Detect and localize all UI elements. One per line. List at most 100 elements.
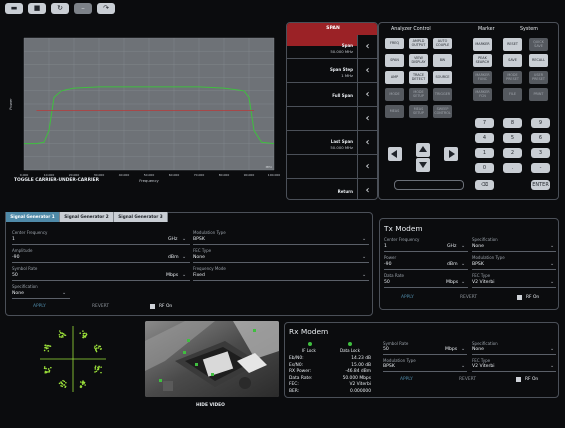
chevron-down-icon[interactable]: ⌄: [182, 236, 186, 242]
chevron-down-icon[interactable]: ⌄: [362, 254, 366, 260]
rx-symbol-rate-unit[interactable]: Mbps: [445, 347, 457, 352]
span-row[interactable]: [287, 107, 357, 131]
tx-modulation-type-label: Modulation Type: [472, 255, 505, 260]
tx-power-unit[interactable]: dBm: [447, 262, 458, 267]
chevron-down-icon[interactable]: ⌄: [362, 272, 366, 278]
rx-specification-value[interactable]: None: [472, 347, 484, 352]
tx-data-rate-unit[interactable]: Mbps: [446, 280, 458, 285]
toggle-carrier-under-carrier[interactable]: TOGGLE CARRIER-UNDER-CARRIER: [14, 178, 99, 183]
span-row[interactable]: Last Span 50.000 MHz: [287, 131, 357, 155]
keypad-key[interactable]: 4: [475, 133, 494, 143]
constellation-point: [100, 366, 102, 368]
chevron-down-icon[interactable]: ⌄: [550, 243, 554, 249]
tx-data-rate-value[interactable]: 50: [384, 280, 390, 285]
chevron-down-icon[interactable]: ⌄: [182, 254, 186, 260]
rx-revert-button[interactable]: REVERT: [459, 377, 476, 382]
chevron-down-icon[interactable]: ⌄: [362, 236, 366, 242]
hide-video-button[interactable]: HIDE VIDEO: [196, 403, 225, 408]
tx-center-frequency-value[interactable]: 1: [384, 244, 387, 249]
center-frequency-unit[interactable]: GHz: [168, 237, 177, 242]
amplitude-unit[interactable]: dBm: [168, 255, 179, 260]
chevron-down-icon[interactable]: ⌄: [62, 290, 66, 296]
constellation-point: [47, 368, 50, 370]
chevron-left-icon[interactable]: ‹: [357, 35, 377, 59]
minus-icon[interactable]: –: [74, 3, 92, 14]
keypad-key[interactable]: -: [531, 163, 550, 173]
amplitude-value[interactable]: -90: [12, 255, 20, 260]
chevron-down-icon[interactable]: ⌄: [461, 346, 465, 352]
tab-signal-generator-3[interactable]: Signal Generator 3: [114, 212, 168, 222]
tab-signal-generator-1[interactable]: Signal Generator 1: [6, 212, 60, 222]
rx-apply-button[interactable]: APPLY: [400, 377, 413, 382]
chevron-down-icon[interactable]: ⌄: [461, 279, 465, 285]
revert-button[interactable]: REVERT: [92, 304, 109, 309]
rx-modulation-type-value[interactable]: BPSK: [383, 364, 395, 369]
chevron-down-icon[interactable]: ⌄: [550, 261, 554, 267]
keypad-key[interactable]: .: [503, 163, 522, 173]
chevron-left-icon[interactable]: ‹: [357, 131, 377, 155]
span-row[interactable]: Return: [287, 179, 357, 199]
modulation-type-label: Modulation Type: [193, 230, 226, 235]
keypad-key[interactable]: 2: [503, 148, 522, 158]
symbol-rate-value[interactable]: 50: [12, 273, 18, 278]
tab-signal-generator-2[interactable]: Signal Generator 2: [60, 212, 114, 222]
span-row[interactable]: Span Step 1 MHz: [287, 59, 357, 83]
constellation-point: [62, 336, 64, 338]
keypad-key[interactable]: 6: [531, 133, 550, 143]
specification-value[interactable]: None: [12, 291, 24, 296]
constellation-point: [43, 367, 46, 370]
tx-modulation-type-value[interactable]: BPSK: [472, 262, 484, 267]
chevron-left-icon[interactable]: ‹: [357, 83, 377, 107]
save-icon[interactable]: ■: [28, 3, 46, 14]
chevron-down-icon[interactable]: ⌄: [550, 346, 554, 352]
keypad-key[interactable]: 8: [503, 118, 522, 128]
span-row[interactable]: Span 50.000 MHz: [287, 35, 357, 59]
frequency-mode-value[interactable]: Fixed: [193, 273, 205, 278]
tx-power-value[interactable]: -90: [384, 262, 392, 267]
keypad-key[interactable]: 3: [531, 148, 550, 158]
tx-rf-on-checkbox[interactable]: [517, 295, 522, 300]
backspace-icon[interactable]: ⌫: [475, 180, 494, 190]
chevron-down-icon[interactable]: ⌄: [550, 279, 554, 285]
rx-modem-panel: Rx Modem IF Lock Data Lock Eb/N0: 14.23 d…: [284, 322, 559, 398]
tx-revert-button[interactable]: REVERT: [460, 295, 477, 300]
chevron-down-icon[interactable]: ⌄: [461, 261, 465, 267]
rx-fec-type-value[interactable]: V2 Viterbi: [472, 364, 495, 369]
keypad-key[interactable]: 9: [531, 118, 550, 128]
constellation-point: [43, 349, 46, 352]
chevron-down-icon[interactable]: ⌄: [461, 363, 465, 369]
rx-symbol-rate-value[interactable]: 50: [383, 347, 389, 352]
keypad-key[interactable]: 1: [475, 148, 494, 158]
rf-on-checkbox[interactable]: [150, 304, 155, 309]
folder-icon[interactable]: ▬: [5, 3, 23, 14]
tx-apply-button[interactable]: APPLY: [401, 295, 414, 300]
chevron-left-icon[interactable]: ‹: [357, 107, 377, 131]
rx-rf-on-checkbox[interactable]: [516, 377, 521, 382]
refresh-icon[interactable]: ↻: [51, 3, 69, 14]
chevron-down-icon[interactable]: ⌄: [461, 243, 465, 249]
chevron-left-icon[interactable]: ‹: [357, 179, 377, 199]
siggen-tabs: Signal Generator 1 Signal Generator 2 Si…: [6, 212, 168, 222]
chevron-left-icon[interactable]: ‹: [357, 59, 377, 83]
signal-generator-panel: Signal Generator 1 Signal Generator 2 Si…: [5, 212, 373, 316]
span-row[interactable]: Full Span: [287, 83, 357, 107]
chevron-down-icon[interactable]: ⌄: [550, 363, 554, 369]
fec-type-value[interactable]: None: [193, 255, 205, 260]
tx-center-frequency-unit[interactable]: GHz: [447, 244, 456, 249]
chevron-left-icon[interactable]: ‹: [357, 155, 377, 179]
keypad-key[interactable]: 5: [503, 133, 522, 143]
redo-icon[interactable]: ↷: [97, 3, 115, 14]
span-row[interactable]: [287, 155, 357, 179]
keypad-key[interactable]: ENTER: [531, 180, 550, 190]
chevron-down-icon[interactable]: ⌄: [182, 272, 186, 278]
keypad-key[interactable]: 7: [475, 118, 494, 128]
x-tick-label: 10.000: [44, 173, 55, 177]
tx-fec-type-value[interactable]: V2 Viterbi: [472, 280, 495, 285]
modulation-type-value[interactable]: BPSK: [193, 237, 205, 242]
constellation-point: [95, 344, 98, 347]
center-frequency-value[interactable]: 1: [12, 237, 15, 242]
apply-button[interactable]: APPLY: [33, 304, 46, 309]
tx-specification-value[interactable]: None: [472, 244, 484, 249]
keypad-key[interactable]: 0: [475, 163, 494, 173]
symbol-rate-unit[interactable]: Mbps: [166, 273, 178, 278]
